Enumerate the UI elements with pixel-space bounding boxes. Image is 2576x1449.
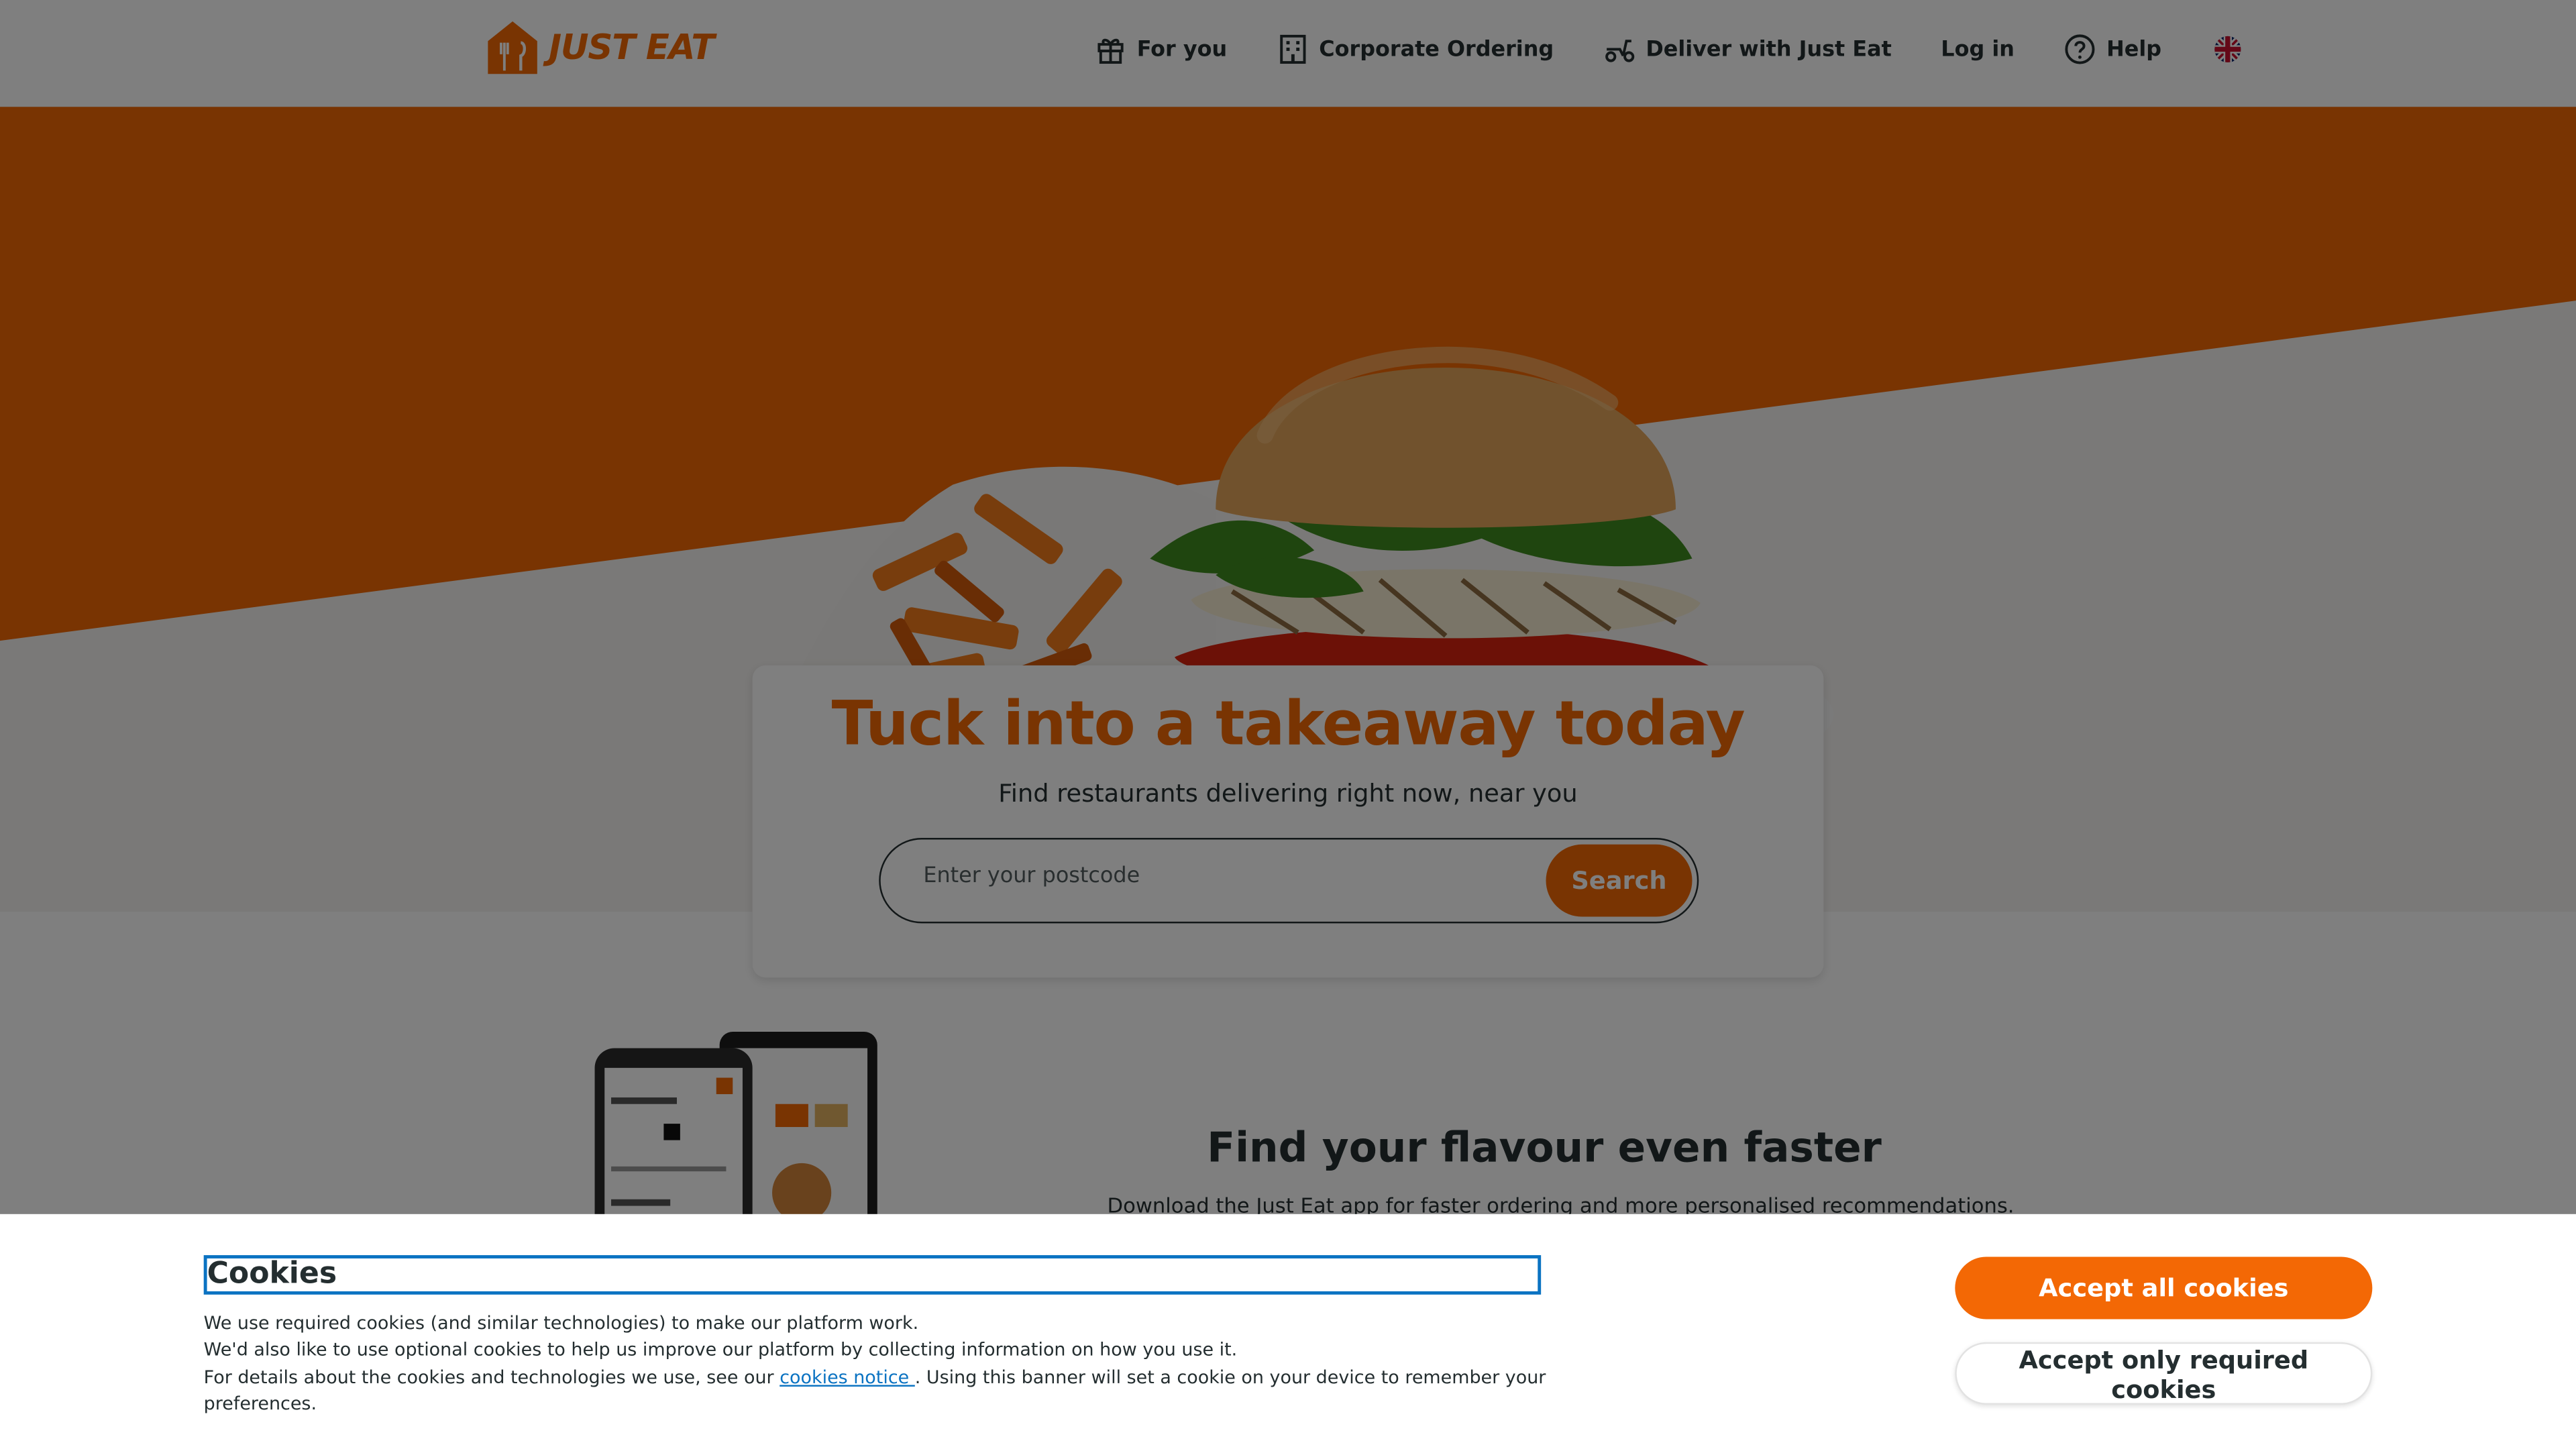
cookie-text-line: We'd also like to use optional cookies t… — [203, 1339, 1238, 1361]
cookie-banner-title: Cookies — [203, 1255, 1542, 1295]
accept-required-cookies-button[interactable]: Accept only required cookies — [1955, 1342, 2373, 1405]
accept-all-cookies-button[interactable]: Accept all cookies — [1955, 1256, 2373, 1320]
cookies-notice-link[interactable]: cookies notice — [780, 1366, 915, 1388]
cookie-banner-text: We use required cookies (and similar tec… — [204, 1311, 1650, 1418]
cookie-text-line: We use required cookies (and similar tec… — [203, 1312, 919, 1334]
cookie-text-line: For details about the cookies and techno… — [204, 1364, 1650, 1418]
cookie-text-prefix: For details about the cookies and techno… — [203, 1366, 780, 1388]
